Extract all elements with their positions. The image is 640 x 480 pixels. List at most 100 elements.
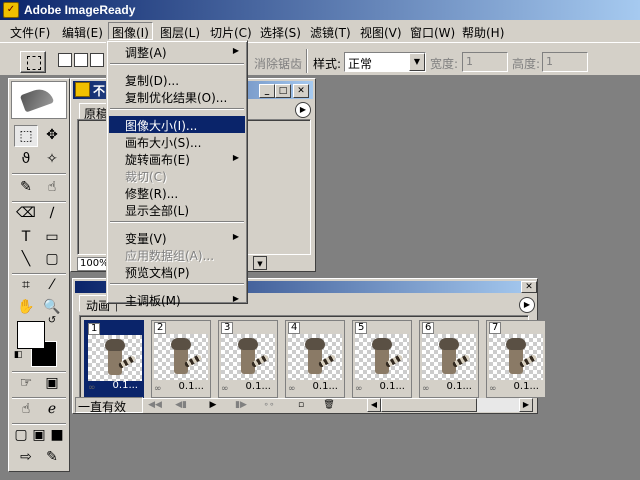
frame-delay[interactable]: 0.1... [422,381,476,395]
frame-delay[interactable]: 0.1... [489,381,543,395]
maximize-icon[interactable]: □ [275,84,291,98]
menu-item[interactable]: 旋转画布(E) ▶ [109,150,245,167]
slice-select-tool-icon[interactable]: ☝ [40,177,64,199]
animation-frame[interactable]: 6 ∞ 0.1... [419,320,479,398]
rounded-rect-tool-icon[interactable]: ▢ [40,249,64,271]
minimize-icon[interactable]: _ [259,84,275,98]
animation-frame[interactable]: 7 ∞ 0.1... [486,320,546,398]
menu-item-label: 显示全部(L) [125,204,190,218]
eyedropper-tool-icon[interactable]: ⁄ [40,275,64,297]
menu-item[interactable]: 图像大小(I)... [109,116,245,133]
menu-separator [110,63,244,71]
menu-select[interactable]: 选择(S) [256,22,305,40]
menu-help[interactable]: 帮助(H) [458,22,508,40]
add-selection-icon[interactable] [74,53,88,67]
trash-icon[interactable]: 🗑 [319,398,339,412]
menu-item[interactable]: 复制优化结果(O)... [109,88,245,105]
browser-preview-icon[interactable]: ℯ [40,399,64,421]
eraser-tool-icon[interactable]: ⌫ [14,203,38,225]
swap-colors-icon[interactable]: ↺ [45,315,59,329]
menu-layer[interactable]: 图层(L) [156,22,204,40]
frame-delay[interactable]: 0.1... [88,380,142,394]
imageready-app-icon[interactable]: ✓ [3,2,19,18]
animation-frame[interactable]: 2 ∞ 0.1... [151,320,211,398]
lasso-tool-icon[interactable]: ϑ [14,149,38,171]
menu-item[interactable]: 调整(A) ▶ [109,43,245,60]
menu-file[interactable]: 文件(F) [6,22,54,40]
frame-delay[interactable]: 0.1... [154,381,208,395]
menu-item[interactable]: 主调板(M) ▶ [109,291,245,308]
menu-filter[interactable]: 滤镜(T) [306,22,355,40]
style-select[interactable]: 正常 ▼ [344,52,426,72]
frame-delay[interactable]: 0.1... [288,381,342,395]
first-frame-icon[interactable]: ◀◀ [145,398,165,412]
height-field[interactable]: 1 [542,52,588,72]
scroll-left-icon[interactable]: ◀ [367,398,381,412]
move-tool-icon[interactable]: ✥ [40,125,64,147]
menu-slice[interactable]: 切片(C) [206,22,256,40]
image-map-tool-icon[interactable]: ☞ [14,373,38,395]
next-frame-icon[interactable]: ▮▶ [231,398,251,412]
line-tool-icon[interactable]: ╲ [14,249,38,271]
full-screen-menu-icon[interactable]: ▣ [30,425,48,447]
duplicate-frame-icon[interactable]: ▫ [291,398,311,412]
animation-frame[interactable]: 5 ∞ 0.1... [352,320,412,398]
play-icon[interactable]: ▶ [203,398,223,412]
menu-item[interactable]: 预览文档(P) [109,263,245,280]
menu-item: 应用数据组(A)... [109,246,245,263]
menu-separator [110,221,244,229]
type-tool-icon[interactable]: T [14,227,38,249]
menu-item[interactable]: 修整(R)... [109,184,245,201]
scrollbar-thumb[interactable] [381,398,477,412]
palette-menu-icon[interactable]: ▶ [295,102,311,118]
menu-window[interactable]: 窗口(W) [406,22,459,40]
brush-tool-icon[interactable]: ∕ [40,203,64,225]
animation-frame[interactable]: 4 ∞ 0.1... [285,320,345,398]
loop-select[interactable]: 一直有效 [75,397,143,414]
edit-in-photoshop-icon[interactable]: ✎ [40,447,64,469]
toggle-image-map-icon[interactable]: ▣ [40,373,64,395]
full-screen-icon[interactable]: ■ [48,425,66,447]
toolbox: ⬚ ✥ ϑ ✧ ✎ ☝ ⌫ ∕ T ▭ ╲ ▢ ⌗ ⁄ ✋ 🔍 ↺ ◧ ☞ ▣ … [8,78,70,472]
chevron-down-icon[interactable]: ▼ [409,53,425,71]
foreground-color-swatch[interactable] [17,321,45,349]
menu-item[interactable]: 画布大小(S)... [109,133,245,150]
marquee-preset-icon[interactable] [20,51,46,73]
menu-item[interactable]: 复制(D)... [109,71,245,88]
subtract-selection-icon[interactable] [90,53,104,67]
close-icon[interactable]: ✕ [293,84,309,98]
crop-tool-icon[interactable]: ⌗ [14,275,38,297]
close-icon[interactable]: ✕ [521,281,537,293]
rectangle-tool-icon[interactable]: ▭ [40,227,64,249]
palette-menu-icon[interactable]: ▶ [519,297,535,313]
scroll-right-icon[interactable]: ▶ [519,398,533,412]
animation-frame[interactable]: 1 ∞ 0.1... [84,320,144,398]
menu-item[interactable]: 显示全部(L) [109,201,245,218]
frames-scrollbar[interactable]: ◀ ▶ [367,398,533,412]
chevron-down-icon[interactable]: ▼ [253,256,267,270]
new-selection-icon[interactable] [58,53,72,67]
menu-item[interactable]: 变量(V) ▶ [109,229,245,246]
jump-to-photoshop-icon[interactable]: ⇨ [14,447,38,469]
standard-screen-icon[interactable]: ▢ [12,425,30,447]
menu-view[interactable]: 视图(V) [356,22,406,40]
rect-marquee-tool-icon[interactable]: ⬚ [14,125,38,147]
menu-item-label: 修整(R)... [125,187,179,201]
previous-frame-icon[interactable]: ◀▮ [171,398,191,412]
width-field[interactable]: 1 [462,52,508,72]
slice-tool-icon[interactable]: ✎ [14,177,38,199]
default-colors-icon[interactable]: ◧ [11,349,25,363]
animation-frame[interactable]: 3 ∞ 0.1... [218,320,278,398]
frame-delay[interactable]: 0.1... [355,381,409,395]
hand-tool-icon[interactable]: ✋ [14,297,38,319]
antialias-checkbox-label: 消除锯齿 [254,57,303,71]
rollover-preview-icon[interactable]: ☝ [14,399,38,421]
document-icon[interactable] [75,82,90,97]
menu-edit[interactable]: 编辑(E) [58,22,107,40]
menu-item-label: 复制优化结果(O)... [125,91,228,105]
magic-wand-tool-icon[interactable]: ✧ [40,149,64,171]
tween-icon[interactable]: ∘∘ [259,398,279,412]
menu-image[interactable]: 图像(I) [108,22,153,40]
frame-delay[interactable]: 0.1... [221,381,275,395]
menu-item-label: 变量(V) [125,232,167,246]
